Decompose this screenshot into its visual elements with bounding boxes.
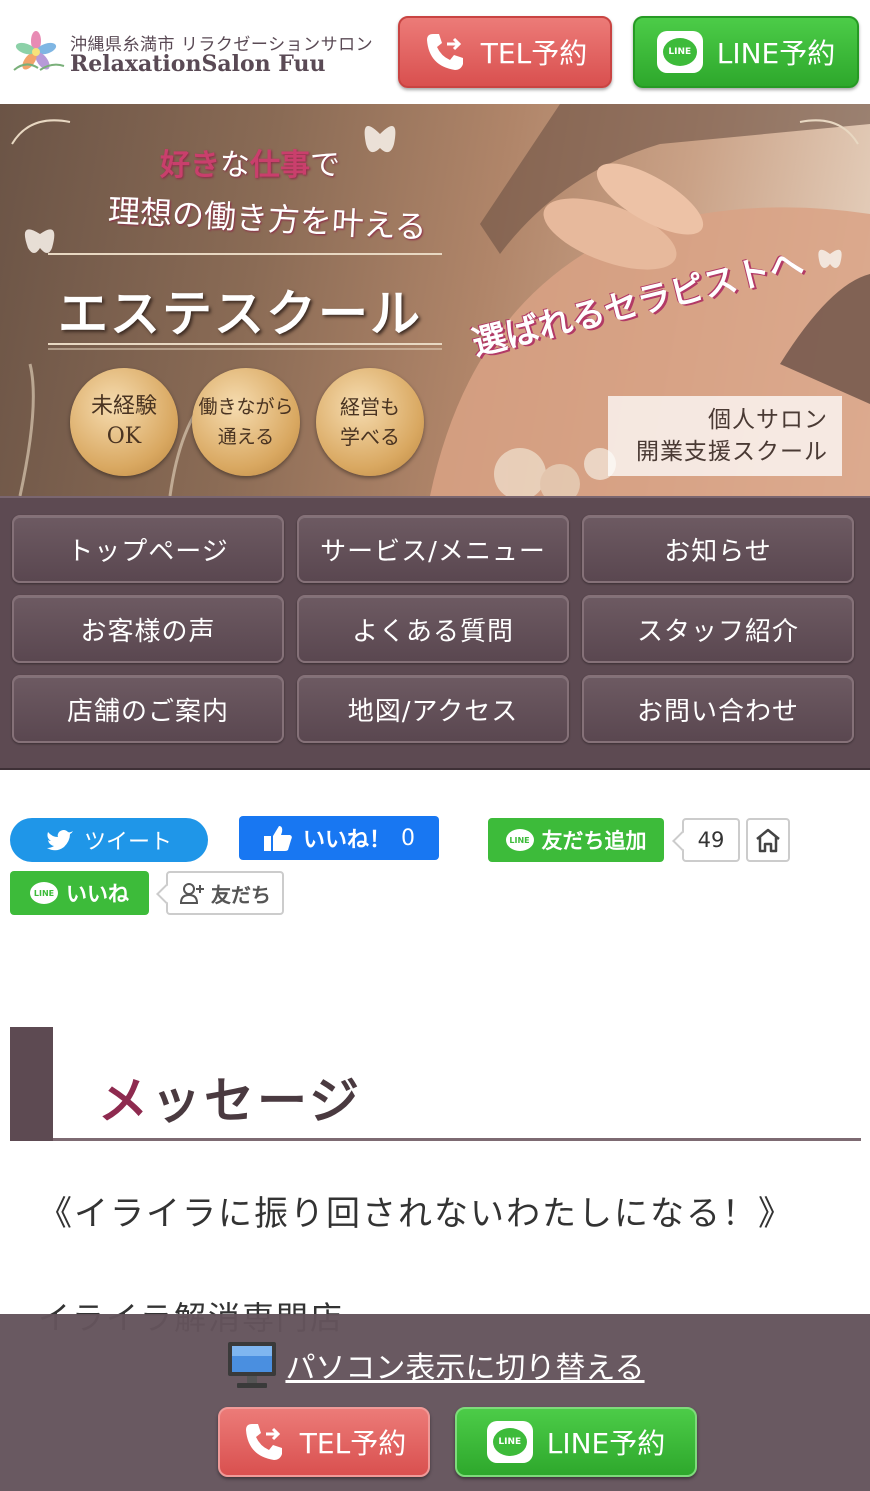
facebook-like-button[interactable]: いいね！ 0 xyxy=(239,816,439,860)
phone-icon xyxy=(245,1424,282,1460)
message-heading: メッセージ xyxy=(10,1027,861,1141)
footer-line-label: LINE予約 xyxy=(546,1427,666,1460)
hero-school-box: 個人サロン 開業支援スクール xyxy=(608,396,842,476)
site-logo[interactable]: 沖縄県糸満市 リラクゼーションサロン RelaxationSalon Fuu xyxy=(12,28,382,78)
line-icon: LINE xyxy=(30,882,58,904)
hero-headline-1: 好きな仕事で xyxy=(160,140,340,184)
line-mini-label: LINE xyxy=(509,835,530,845)
line-icon: LINE xyxy=(656,31,703,73)
line-add-friend-label: 友だち追加 xyxy=(541,829,647,853)
header-line-label: LINE予約 xyxy=(716,37,836,70)
footer-tel-label: TEL予約 xyxy=(299,1427,407,1460)
nav-top-page[interactable]: トップページ xyxy=(12,515,284,583)
line-icon-label: LINE xyxy=(492,1428,527,1456)
message-lead-text: 《イライラに振り回されないわたしになる！》 xyxy=(38,1194,794,1234)
nav-map-access[interactable]: 地図/アクセス xyxy=(297,675,569,743)
hero-badge-management: 経営も 学べる xyxy=(316,368,424,476)
add-friend-icon xyxy=(179,883,204,904)
nav-customer-voice[interactable]: お客様の声 xyxy=(12,595,284,663)
thumbs-up-icon xyxy=(263,826,292,851)
header: 沖縄県糸満市 リラクゼーションサロン RelaxationSalon Fuu T… xyxy=(0,0,870,104)
line-icon-label: LINE xyxy=(662,38,697,66)
flower-logo-icon xyxy=(13,31,65,71)
line-friend-count: 49 xyxy=(682,818,740,862)
message-title-rest: ッセージ xyxy=(151,1072,362,1130)
hero-badge-while-working: 働きながら 通える xyxy=(192,368,300,476)
nav-faq[interactable]: よくある質問 xyxy=(297,595,569,663)
hero-badge-no-experience: 未経験 OK xyxy=(70,368,178,476)
line-mini-label: LINE xyxy=(33,888,55,898)
nav-staff[interactable]: スタッフ紹介 xyxy=(582,595,854,663)
tweet-button[interactable]: ツイート xyxy=(10,818,208,862)
header-tel-label: TEL予約 xyxy=(480,37,588,70)
hero-box-line-2: 開業支援スクール xyxy=(636,439,828,465)
nav-store-info[interactable]: 店舗のご案内 xyxy=(12,675,284,743)
global-nav: トップページ サービス/メニュー お知らせ お客様の声 よくある質問 スタッフ紹… xyxy=(0,496,870,770)
fixed-footer-bar: パソコン表示に切り替える TEL予約 LINE LINE予約 xyxy=(0,1314,870,1491)
tweet-label: ツイート xyxy=(83,830,172,855)
line-home-button[interactable] xyxy=(746,818,790,862)
twitter-bird-icon xyxy=(46,830,73,851)
line-like-label: いいね xyxy=(66,882,129,906)
home-icon xyxy=(756,828,780,853)
hero-title: エステスクール xyxy=(58,284,422,343)
message-title-accent: メ xyxy=(98,1072,151,1130)
nav-news[interactable]: お知らせ xyxy=(582,515,854,583)
line-like-button[interactable]: LINE いいね xyxy=(10,871,149,915)
header-tel-reserve-button[interactable]: TEL予約 xyxy=(398,16,612,88)
nav-service-menu[interactable]: サービス/メニュー xyxy=(297,515,569,583)
monitor-icon xyxy=(228,1342,277,1388)
page: 沖縄県糸満市 リラクゼーションサロン RelaxationSalon Fuu T… xyxy=(0,0,870,1491)
line-icon: LINE xyxy=(486,1421,533,1463)
heading-accent-bar xyxy=(10,1027,53,1141)
hero-banner[interactable]: 好きな仕事で 理想の働き方を叶える エステスクール 選ばれるセラピストへ 未経験… xyxy=(0,104,870,496)
logo-title: RelaxationSalon Fuu xyxy=(70,51,326,77)
message-title: メッセージ xyxy=(98,1061,362,1133)
header-line-reserve-button[interactable]: LINE LINE予約 xyxy=(633,16,859,88)
footer-line-reserve-button[interactable]: LINE LINE予約 xyxy=(455,1407,697,1477)
line-friend-label: 友だち xyxy=(211,882,271,907)
line-add-friend-button[interactable]: LINE 友だち追加 xyxy=(488,818,664,862)
facebook-like-count: 0 xyxy=(401,825,415,851)
facebook-like-label: いいね！ xyxy=(302,828,391,853)
hero-word-4: で xyxy=(310,148,340,183)
hero-word-3: 仕事 xyxy=(250,148,310,183)
hero-word-2: な xyxy=(220,148,250,183)
hero-word-1: 好き xyxy=(160,148,220,183)
phone-icon xyxy=(426,34,463,70)
hero-box-line-1: 個人サロン xyxy=(708,407,828,433)
nav-contact[interactable]: お問い合わせ xyxy=(582,675,854,743)
line-icon: LINE xyxy=(505,829,534,851)
footer-tel-reserve-button[interactable]: TEL予約 xyxy=(218,1407,430,1477)
switch-to-pc-link[interactable]: パソコン表示に切り替える xyxy=(0,1338,870,1392)
switch-to-pc-label: パソコン表示に切り替える xyxy=(285,1351,645,1386)
line-friend-button[interactable]: 友だち xyxy=(166,871,284,915)
